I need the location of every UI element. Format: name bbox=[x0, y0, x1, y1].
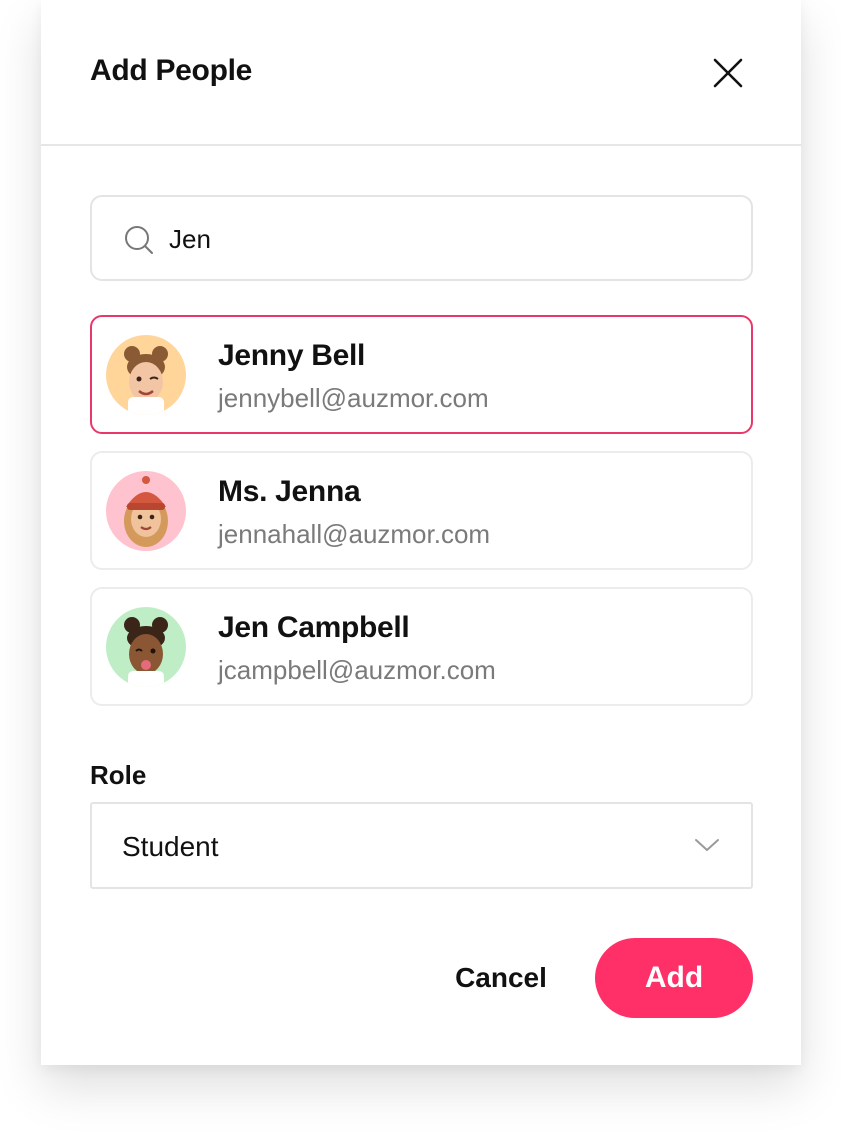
role-label: Role bbox=[90, 760, 147, 790]
close-button[interactable] bbox=[710, 55, 746, 91]
role-select[interactable]: Student bbox=[90, 802, 753, 889]
search-field[interactable] bbox=[90, 195, 753, 281]
avatar bbox=[106, 335, 186, 415]
person-result-jen-campbell[interactable]: Jen Campbell jcampbell@auzmor.com bbox=[90, 587, 753, 706]
close-icon bbox=[713, 58, 743, 88]
dialog-title: Add People bbox=[90, 54, 253, 87]
person-result-jenny-bell[interactable]: Jenny Bell jennybell@auzmor.com bbox=[90, 315, 753, 434]
person-name: Ms. Jenna bbox=[218, 475, 361, 508]
person-email: jcampbell@auzmor.com bbox=[218, 655, 496, 685]
search-icon bbox=[123, 224, 155, 256]
dialog-header: Add People bbox=[41, 0, 801, 146]
person-email: jennahall@auzmor.com bbox=[218, 519, 491, 549]
person-name: Jenny Bell bbox=[218, 339, 366, 372]
role-selected-value: Student bbox=[122, 831, 219, 862]
person-result-ms-jenna[interactable]: Ms. Jenna jennahall@auzmor.com bbox=[90, 451, 753, 570]
search-input[interactable] bbox=[169, 217, 729, 261]
person-email: jennybell@auzmor.com bbox=[218, 383, 489, 413]
add-button[interactable]: Add bbox=[595, 938, 753, 1018]
avatar bbox=[106, 471, 186, 551]
cancel-button[interactable]: Cancel bbox=[436, 938, 566, 1018]
avatar bbox=[106, 607, 186, 687]
person-name: Jen Campbell bbox=[218, 611, 410, 644]
chevron-down-icon bbox=[694, 837, 720, 853]
add-people-dialog: Add People Jen Jenny Bell jennybell@auzm… bbox=[41, 0, 801, 1065]
